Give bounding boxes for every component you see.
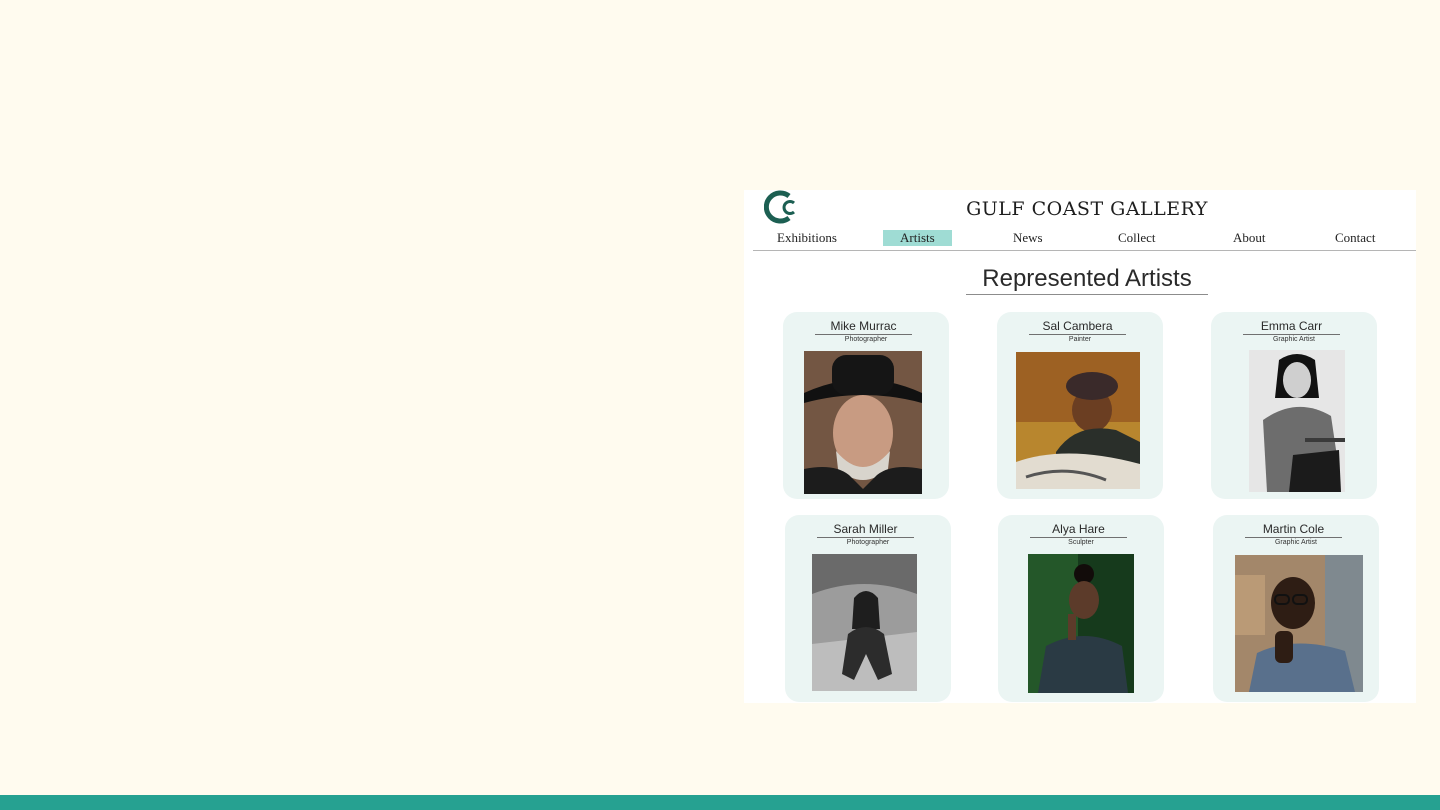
artist-photo[interactable] [1249,350,1345,492]
artist-name[interactable]: Sarah Miller [817,521,914,538]
artist-name[interactable]: Sal Cambera [1029,318,1126,335]
artist-card-sal-cambera[interactable]: Sal Cambera Painter [997,312,1163,499]
artist-photo[interactable] [812,554,917,691]
artist-card-sarah-miller[interactable]: Sarah Miller Photographer [785,515,951,702]
nav-artists[interactable]: Artists [883,230,952,246]
artist-role: Photographer [844,336,888,343]
gallery-website-screenshot: GULF COAST GALLERY Exhibitions Artists N… [744,190,1416,703]
nav-news[interactable]: News [1013,230,1043,246]
main-nav: Exhibitions Artists News Collect About C… [753,228,1416,251]
artist-photo[interactable] [1235,555,1363,692]
artist-photo[interactable] [1016,352,1140,489]
nav-collect[interactable]: Collect [1118,230,1156,246]
nav-exhibitions[interactable]: Exhibitions [777,230,837,246]
nav-contact[interactable]: Contact [1335,230,1375,246]
site-title[interactable]: GULF COAST GALLERY [744,198,1416,220]
artist-role: Graphic Artist [1272,336,1315,343]
artist-name[interactable]: Alya Hare [1030,521,1127,538]
artist-photo[interactable] [1028,554,1134,693]
artist-name[interactable]: Emma Carr [1243,318,1340,335]
nav-about[interactable]: About [1233,230,1266,246]
artist-card-mike-murrac[interactable]: Mike Murrac Photographer [783,312,949,499]
artist-card-alya-hare[interactable]: Alya Hare Sculpter [998,515,1164,702]
artist-name[interactable]: Martin Cole [1245,521,1342,538]
artist-role: Painter [1068,336,1092,343]
artist-role: Sculpter [1068,539,1094,546]
artist-card-emma-carr[interactable]: Emma Carr Graphic Artist [1211,312,1377,499]
artist-photo[interactable] [804,351,922,494]
artist-role: Graphic Artist [1274,539,1317,546]
artist-role: Photographer [846,539,890,546]
page-heading: Represented Artists [966,264,1208,295]
artist-card-martin-cole[interactable]: Martin Cole Graphic Artist [1213,515,1379,702]
artist-name[interactable]: Mike Murrac [815,318,912,335]
bottom-accent-bar [0,795,1440,810]
